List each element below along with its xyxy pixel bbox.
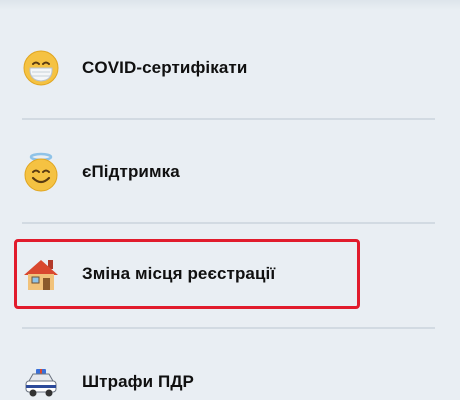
menu-item-label: Штрафи ПДР [82, 372, 194, 391]
top-edge [0, 0, 460, 10]
menu-item-label: Зміна місця реєстрації [82, 264, 276, 283]
police-car-icon [20, 361, 62, 400]
divider [22, 222, 435, 224]
mask-face-icon [20, 47, 62, 89]
angel-face-icon [20, 151, 62, 193]
house-icon [20, 253, 62, 295]
menu-item-covid-certificates[interactable]: COVID-сертифікати [20, 36, 360, 100]
menu-item-label: COVID-сертифікати [82, 58, 248, 77]
menu-item-traffic-fines[interactable]: Штрафи ПДР [20, 350, 360, 400]
menu-item-label: єПідтримка [82, 162, 180, 181]
divider [22, 118, 435, 120]
divider [22, 327, 435, 329]
menu-item-change-registration[interactable]: Зміна місця реєстрації [20, 242, 360, 306]
menu-screen: COVID-сертифікати єПідтримка Зміна місця… [0, 0, 460, 400]
menu-item-epidtrymka[interactable]: єПідтримка [20, 140, 360, 204]
